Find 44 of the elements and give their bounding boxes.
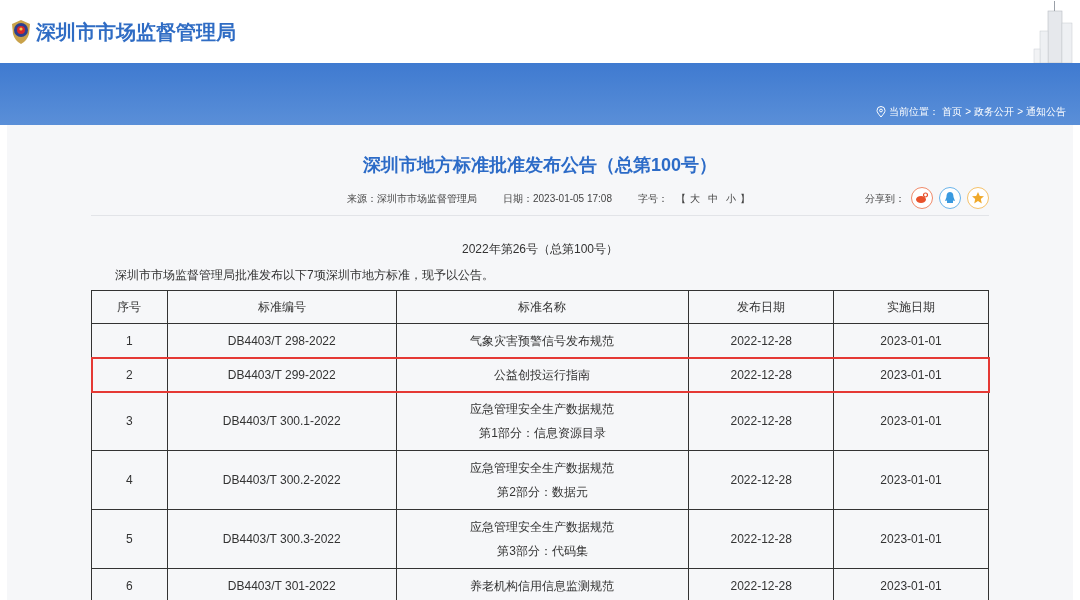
issue-number: 2022年第26号（总第100号） [460, 241, 620, 258]
table-cell: 2023-01-01 [833, 450, 989, 510]
breadcrumb-separator: > [965, 105, 972, 119]
table-cell: DB4403/T 300.3-2022 [167, 509, 397, 569]
table-cell: 2022-12-28 [688, 391, 834, 451]
bracket: 】 [739, 191, 750, 206]
table-cell: 3 [91, 391, 168, 451]
column-header: 实施日期 [833, 290, 989, 324]
intro-text: 深圳市市场监督管理局批准发布以下7项深圳市地方标准，现予以公告。 [114, 267, 495, 284]
skyline-drawing [1032, 1, 1076, 63]
meta-text: 日期：2023-01-05 17:08 [503, 191, 612, 206]
bracket: 【 [675, 191, 686, 206]
table-cell: 2022-12-28 [688, 450, 834, 510]
column-header: 发布日期 [688, 290, 834, 324]
column-header: 序号 [91, 290, 168, 324]
table-cell: 5 [91, 509, 168, 569]
table-cell: 1 [91, 323, 168, 358]
table-cell: 应急管理安全生产数据规范 第3部分：代码集 [396, 509, 689, 569]
weibo-icon[interactable] [911, 187, 933, 209]
penguin-icon[interactable] [939, 187, 961, 209]
font-size-link[interactable]: 小 [725, 190, 736, 206]
breadcrumb-link[interactable]: 政务公开 [974, 104, 1015, 119]
breadcrumb-label: 当前位置： [889, 105, 940, 119]
breadcrumb-separator: > [1017, 105, 1023, 119]
column-header: 标准编号 [167, 290, 397, 324]
table-cell: 应急管理安全生产数据规范 第2部分：数据元 [396, 450, 689, 510]
table-cell: DB4403/T 300.1-2022 [167, 391, 397, 451]
emblem-icon [10, 18, 32, 45]
font-size-link[interactable]: 大 [689, 190, 700, 206]
article-title: 深圳市地方标准批准发布公告（总第100号） [361, 154, 718, 177]
table-cell: 2023-01-01 [833, 509, 989, 569]
table-cell: 2023-01-01 [833, 391, 989, 451]
table-cell: 2022-12-28 [688, 509, 834, 569]
table-cell: 应急管理安全生产数据规范 第1部分：信息资源目录 [396, 391, 689, 451]
location-pin-icon [876, 105, 887, 118]
font-size-label: 字号： [637, 191, 668, 206]
site-name: 深圳市市场监督管理局 [36, 19, 236, 45]
font-size-link[interactable]: 中 [707, 190, 718, 206]
column-header: 标准名称 [396, 290, 689, 324]
meta-text: 来源：深圳市市场监督管理局 [347, 191, 477, 206]
table-cell: 4 [91, 450, 168, 510]
table-cell: 6 [91, 568, 168, 600]
table-cell: DB4403/T 300.2-2022 [167, 450, 397, 510]
share-label: 分享到： [865, 191, 905, 206]
